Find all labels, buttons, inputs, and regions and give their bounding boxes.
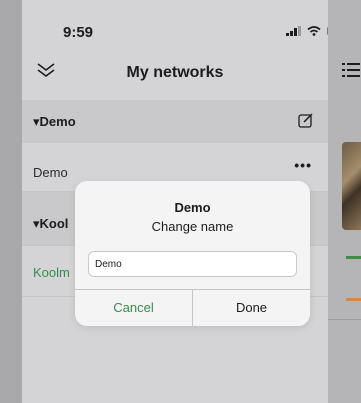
rename-dialog: Demo Change name Cancel Done	[75, 181, 310, 326]
group-name: ▾Kool	[33, 216, 69, 231]
status-bar-green	[346, 256, 361, 259]
name-input[interactable]	[88, 251, 297, 277]
cancel-button[interactable]: Cancel	[75, 289, 192, 326]
status-bar-orange	[346, 298, 361, 301]
page-title: My networks	[126, 64, 224, 81]
edit-icon[interactable]	[298, 112, 314, 128]
wifi-icon	[307, 26, 321, 36]
more-icon[interactable]: •••	[294, 157, 312, 173]
room-photo	[342, 142, 361, 230]
status-time: 9:59	[63, 24, 94, 41]
network-name: Koolm	[33, 265, 70, 280]
divider	[328, 319, 361, 320]
status-icons	[286, 26, 328, 36]
done-button[interactable]: Done	[193, 289, 310, 326]
dialog-title: Demo	[174, 200, 211, 215]
group-name: ▾Demo	[33, 114, 76, 129]
signal-icon	[286, 26, 301, 36]
group-row-demo[interactable]: ▾Demo	[22, 100, 328, 143]
dialog-message: Change name	[151, 219, 234, 234]
menu-icon[interactable]	[342, 62, 360, 78]
network-name: Demo	[33, 165, 68, 180]
